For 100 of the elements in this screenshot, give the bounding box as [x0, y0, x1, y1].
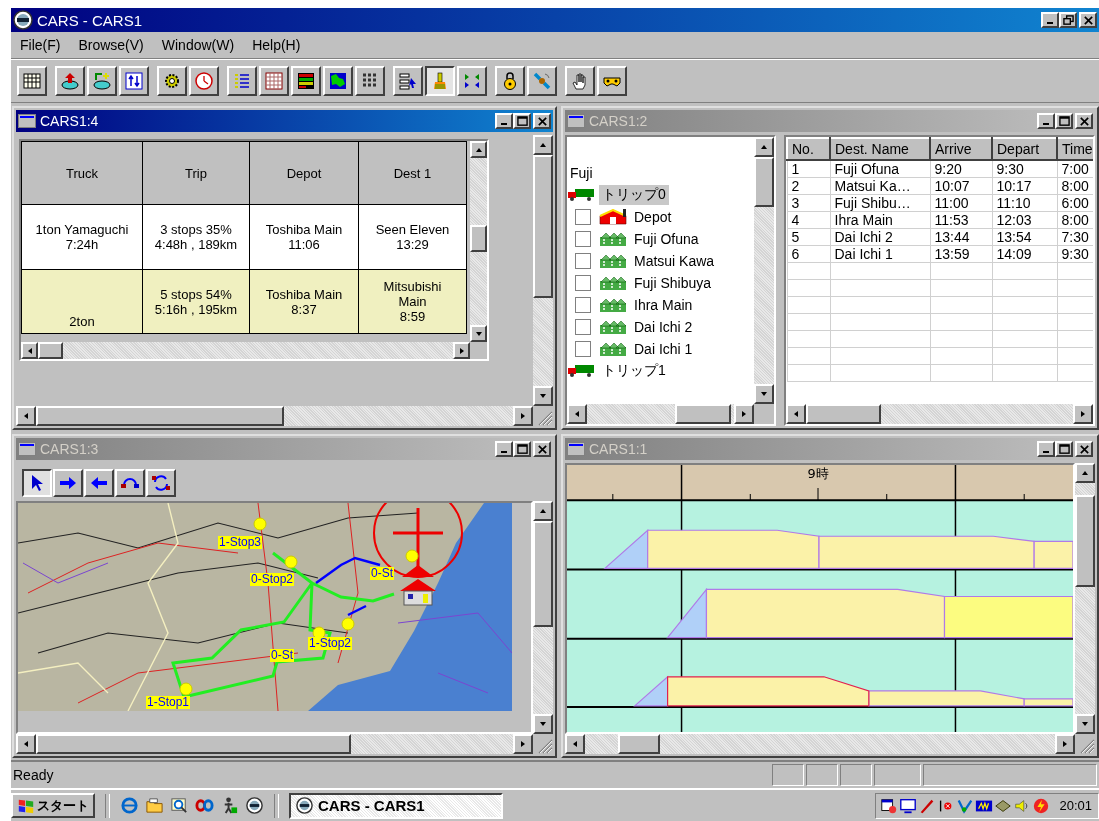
- scroll-right-button[interactable]: [513, 734, 533, 754]
- checkbox[interactable]: [575, 253, 591, 269]
- scroll-right-button[interactable]: [1055, 734, 1075, 754]
- scroll-thumb[interactable]: [754, 157, 774, 207]
- close-button[interactable]: [533, 113, 551, 129]
- scroll-down-button[interactable]: [1075, 714, 1095, 734]
- table-cell: 1ton Yamaguchi 7:24h: [21, 204, 143, 270]
- scrollbar[interactable]: [567, 404, 754, 424]
- tree-item[interactable]: Fuji: [567, 164, 596, 182]
- scroll-up-button[interactable]: [470, 141, 487, 158]
- checkbox[interactable]: [575, 275, 591, 291]
- scroll-down-button[interactable]: [754, 384, 774, 404]
- scroll-thumb[interactable]: [533, 155, 553, 299]
- scroll-left-button[interactable]: [21, 342, 38, 359]
- lightning-icon[interactable]: [1032, 796, 1051, 815]
- table-cell: 5: [787, 228, 830, 246]
- start-button[interactable]: スタート: [11, 793, 95, 818]
- minimize-button[interactable]: [495, 113, 513, 129]
- column-header[interactable]: No.: [787, 138, 830, 160]
- scrollbar[interactable]: [16, 734, 533, 754]
- app-logo-icon[interactable]: [245, 796, 264, 815]
- scroll-thumb[interactable]: [675, 404, 732, 424]
- loops-icon[interactable]: [195, 796, 214, 815]
- column-header[interactable]: Dest. Name: [830, 138, 930, 160]
- menu-item[interactable]: File(F): [11, 37, 70, 53]
- scrollbar[interactable]: [533, 135, 553, 406]
- scrollbar[interactable]: [565, 734, 1075, 754]
- tree-item[interactable]: トリップ1: [599, 361, 669, 381]
- scroll-right-button[interactable]: [1073, 404, 1093, 424]
- scrollbar[interactable]: [533, 501, 553, 734]
- tree-item[interactable]: Matsui Kawa: [631, 252, 718, 270]
- tree-item[interactable]: Dai Ichi 2: [631, 318, 696, 336]
- monitor-icon[interactable]: [899, 796, 918, 815]
- app-logo-icon: [13, 10, 33, 30]
- checkbox[interactable]: [575, 319, 591, 335]
- scrollbar[interactable]: [21, 342, 470, 359]
- scroll-up-button[interactable]: [754, 137, 774, 157]
- scrollbar[interactable]: [754, 137, 774, 404]
- taskbar-button[interactable]: CARS - CARS1: [289, 792, 503, 819]
- minimize-button[interactable]: [1041, 12, 1059, 28]
- tree-item[interactable]: トリップ0: [599, 185, 669, 205]
- folder-icon[interactable]: [145, 796, 164, 815]
- scroll-thumb[interactable]: [806, 404, 881, 424]
- column-header[interactable]: Arrive: [930, 138, 992, 160]
- scroll-thumb[interactable]: [617, 734, 661, 754]
- column-header[interactable]: Dest 1: [358, 141, 467, 205]
- toolbar-button[interactable]: [425, 66, 455, 96]
- checkbox[interactable]: [575, 297, 591, 313]
- column-header[interactable]: Depot: [249, 141, 359, 205]
- calendar-icon[interactable]: [880, 796, 899, 815]
- scroll-left-button[interactable]: [786, 404, 806, 424]
- scroll-right-button[interactable]: [734, 404, 754, 424]
- column-header[interactable]: Truck: [21, 141, 143, 205]
- scroll-down-button[interactable]: [470, 325, 487, 342]
- checkbox[interactable]: [575, 341, 591, 357]
- scroll-up-button[interactable]: [1075, 463, 1095, 483]
- column-header[interactable]: Time: [1057, 138, 1093, 160]
- tray-add-icon: [92, 71, 112, 91]
- tree-item[interactable]: Dai Ichi 1: [631, 340, 696, 358]
- scroll-down-button[interactable]: [533, 386, 553, 406]
- restore-button[interactable]: [1059, 12, 1077, 28]
- scroll-up-button[interactable]: [533, 501, 553, 521]
- close-icon: [536, 443, 548, 455]
- map-tool-button[interactable]: [22, 469, 52, 497]
- scrollbar[interactable]: [786, 404, 1093, 424]
- scroll-left-button[interactable]: [16, 734, 36, 754]
- scroll-down-button[interactable]: [533, 714, 553, 734]
- menu-item[interactable]: Window(W): [152, 37, 244, 53]
- maximize-button[interactable]: [513, 113, 531, 129]
- scroll-thumb[interactable]: [533, 521, 553, 628]
- checkbox[interactable]: [575, 231, 591, 247]
- grid-row[interactable]: 2ton 5 stops 54% 5:16h , 195km Toshiba Main 8:37 Mitsubishi Main 8:59: [21, 269, 467, 334]
- scroll-thumb[interactable]: [36, 734, 351, 754]
- scroll-thumb[interactable]: [1075, 494, 1095, 587]
- checkbox[interactable]: [575, 209, 591, 225]
- menu-item[interactable]: Browse(V): [69, 37, 153, 53]
- scroll-left-button[interactable]: [567, 404, 587, 424]
- scrollbar[interactable]: [470, 141, 487, 342]
- houses-icon: [599, 275, 627, 291]
- tree-item[interactable]: Depot: [631, 208, 675, 226]
- close-button[interactable]: [1079, 12, 1097, 28]
- scroll-right-button[interactable]: [453, 342, 470, 359]
- column-header[interactable]: Trip: [142, 141, 250, 205]
- scroll-left-button[interactable]: [16, 406, 36, 426]
- tree-item[interactable]: Ihra Main: [631, 296, 696, 314]
- scroll-right-button[interactable]: [513, 406, 533, 426]
- tree-item[interactable]: Fuji Shibuya: [631, 274, 715, 292]
- scroll-thumb[interactable]: [38, 342, 63, 359]
- magnifier-icon[interactable]: [170, 796, 189, 815]
- scroll-up-button[interactable]: [533, 135, 553, 155]
- globe-icon[interactable]: [120, 796, 139, 815]
- menu-item[interactable]: Help(H): [243, 37, 310, 53]
- scrollbar[interactable]: [1075, 463, 1095, 734]
- scroll-left-button[interactable]: [565, 734, 585, 754]
- grid-row[interactable]: 1ton Yamaguchi 7:24h 3 stops 35% 4:48h , 189km Toshiba Main 11:06 Seen Eleven 13:29: [21, 204, 467, 270]
- scroll-thumb[interactable]: [470, 224, 487, 252]
- tree-item[interactable]: Fuji Ofuna: [631, 230, 702, 248]
- scroll-thumb[interactable]: [36, 406, 285, 426]
- column-header[interactable]: Depart: [992, 138, 1057, 160]
- scrollbar[interactable]: [16, 406, 533, 426]
